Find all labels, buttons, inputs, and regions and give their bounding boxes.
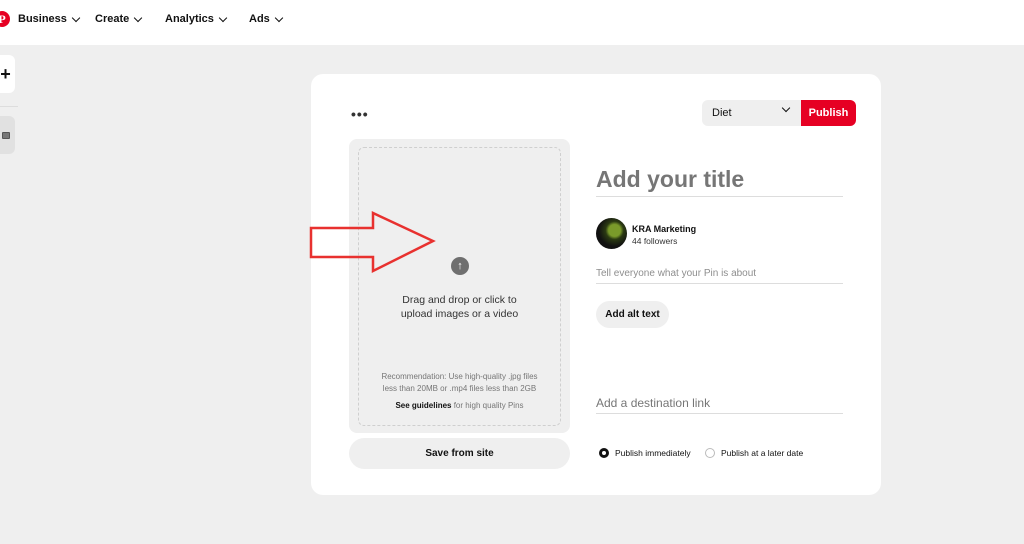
- sidebar-divider: [0, 106, 18, 107]
- upload-line-1: Drag and drop or click to: [402, 294, 517, 306]
- destination-link-input[interactable]: [596, 392, 843, 414]
- pinterest-logo-icon[interactable]: P: [0, 11, 10, 27]
- nav-create-label: Create: [95, 13, 130, 25]
- radio-selected[interactable]: [599, 448, 609, 458]
- more-options-button[interactable]: •••: [351, 106, 369, 122]
- upload-instructions: Drag and drop or click to upload images …: [349, 293, 570, 321]
- nav-business-label: Business: [18, 13, 67, 25]
- chevron-down-icon: [218, 13, 228, 22]
- right-arrow-outline-icon: [309, 211, 436, 274]
- rec-line-1: Recommendation: Use high-quality .jpg fi…: [381, 372, 538, 381]
- publish-immediately-label: Publish immediately: [615, 448, 691, 458]
- nav-analytics[interactable]: Analytics: [165, 13, 228, 25]
- rec-line-2: less than 20MB or .mp4 files less than 2…: [382, 384, 537, 393]
- pin-thumbnail-button[interactable]: [0, 116, 15, 154]
- nav-ads-label: Ads: [249, 13, 270, 25]
- upload-line-2: upload images or a video: [400, 308, 519, 320]
- save-from-site-button[interactable]: Save from site: [349, 438, 570, 469]
- nav-ads[interactable]: Ads: [249, 13, 284, 25]
- board-select[interactable]: Diet: [702, 100, 801, 126]
- arrow-up-circle-icon: ↑: [451, 257, 469, 275]
- guidelines-text: See guidelines for high quality Pins: [349, 401, 570, 410]
- radio-unselected[interactable]: [705, 448, 715, 458]
- nav-create[interactable]: Create: [95, 13, 143, 25]
- chevron-down-icon: [134, 13, 143, 22]
- publish-button[interactable]: Publish: [801, 100, 856, 126]
- pin-title-input[interactable]: [596, 162, 843, 197]
- chevron-down-icon: [71, 13, 81, 22]
- chevron-down-icon: [781, 103, 791, 113]
- nav-business[interactable]: Business: [18, 13, 81, 25]
- publish-later-option[interactable]: Publish at a later date: [705, 448, 803, 458]
- nav-analytics-label: Analytics: [165, 13, 214, 25]
- guidelines-suffix: for high quality Pins: [451, 401, 524, 410]
- top-nav: P Business Create Analytics Ads: [0, 0, 1024, 45]
- avatar: [596, 218, 627, 249]
- add-pin-button[interactable]: +: [0, 55, 15, 93]
- publish-later-label: Publish at a later date: [721, 448, 804, 458]
- add-alt-text-button[interactable]: Add alt text: [596, 301, 669, 328]
- publish-immediately-option[interactable]: Publish immediately: [599, 448, 691, 458]
- pin-editor-card: ••• Diet Publish ↑ Drag and drop or clic…: [311, 74, 881, 495]
- account-name: KRA Marketing: [632, 224, 697, 234]
- board-select-value: Diet: [712, 107, 732, 119]
- upload-dropzone[interactable]: ↑ Drag and drop or click to upload image…: [349, 139, 570, 433]
- account-followers: 44 followers: [632, 236, 678, 246]
- upload-recommendation: Recommendation: Use high-quality .jpg fi…: [349, 371, 570, 395]
- see-guidelines-link[interactable]: See guidelines: [395, 401, 451, 410]
- pin-description-input[interactable]: [596, 264, 843, 284]
- chevron-down-icon: [274, 13, 284, 22]
- image-icon: [1, 131, 10, 139]
